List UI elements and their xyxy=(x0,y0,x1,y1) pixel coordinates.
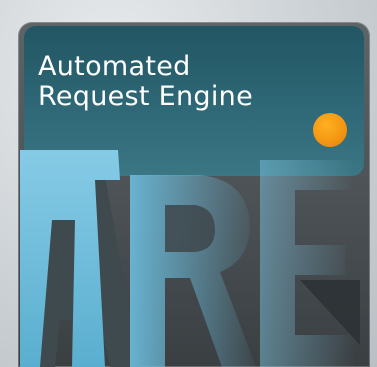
letter-r xyxy=(130,175,256,367)
letter-a xyxy=(20,150,140,367)
orange-dot-icon xyxy=(313,113,347,147)
letter-e xyxy=(260,160,360,367)
are-monogram xyxy=(20,150,360,367)
